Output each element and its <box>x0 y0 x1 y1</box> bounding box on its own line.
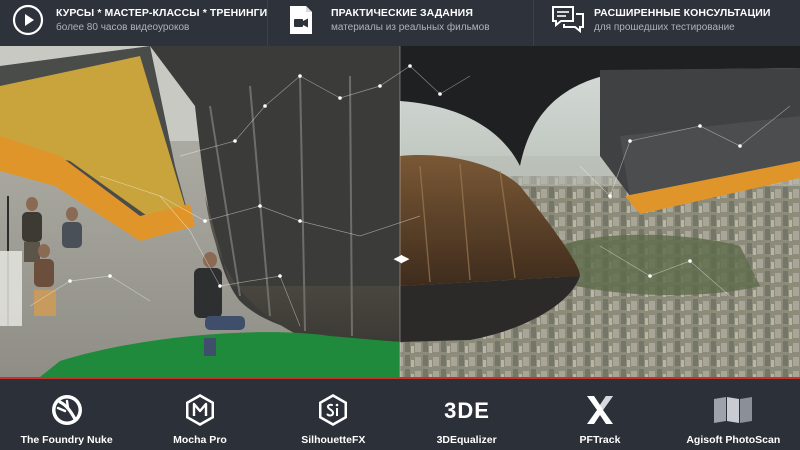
feature-title: РАСШИРЕННЫЕ КОНСУЛЬТАЦИИ <box>594 7 771 19</box>
feature-title: КУРСЫ * МАСТЕР-КЛАССЫ * ТРЕНИНГИ <box>56 7 268 19</box>
software-label: Mocha Pro <box>173 434 227 446</box>
mocha-logo-icon <box>183 390 217 430</box>
photoscan-logo-icon <box>712 390 754 430</box>
software-label: The Foundry Nuke <box>20 434 113 446</box>
pftrack-logo-icon <box>584 390 616 430</box>
software-silhouette[interactable]: SilhouetteFX <box>267 379 400 450</box>
chat-bubbles-icon <box>551 3 585 37</box>
software-label: Agisoft PhotoScan <box>686 434 781 446</box>
feature-practice[interactable]: ПРАКТИЧЕСКИЕ ЗАДАНИЯ материалы из реальн… <box>267 0 533 46</box>
hero-image <box>0 46 800 377</box>
software-3dequalizer[interactable]: 3DE 3DEqualizer <box>400 379 533 450</box>
compare-divider-handle[interactable]: ◀▶ <box>389 251 413 265</box>
software-pftrack[interactable]: PFTrack <box>533 379 666 450</box>
hero-before-after-slider[interactable]: ◀▶ ‹ › <box>0 46 800 377</box>
software-label: PFTrack <box>579 434 621 446</box>
film-camera-icon <box>284 3 318 37</box>
feature-subtitle: материалы из реальных фильмов <box>331 22 490 33</box>
nuke-logo-icon <box>50 390 84 430</box>
feature-title: ПРАКТИЧЕСКИЕ ЗАДАНИЯ <box>331 7 473 19</box>
software-label: 3DEqualizer <box>436 434 497 446</box>
feature-subtitle: более 80 часов видеоуроков <box>56 22 190 33</box>
features-bar: КУРСЫ * МАСТЕР-КЛАССЫ * ТРЕНИНГИ более 8… <box>0 0 800 46</box>
software-label: SilhouetteFX <box>301 434 366 446</box>
feature-consultations[interactable]: РАСШИРЕННЫЕ КОНСУЛЬТАЦИИ для прошедших т… <box>533 0 800 46</box>
3de-logo-text: 3DE <box>444 398 490 422</box>
software-bar: The Foundry Nuke Mocha Pro SilhouetteFX <box>0 379 800 450</box>
feature-courses[interactable]: КУРСЫ * МАСТЕР-КЛАССЫ * ТРЕНИНГИ более 8… <box>0 0 267 46</box>
software-nuke[interactable]: The Foundry Nuke <box>0 379 133 450</box>
software-photoscan[interactable]: Agisoft PhotoScan <box>667 379 800 450</box>
play-circle-icon <box>11 3 45 37</box>
software-mocha[interactable]: Mocha Pro <box>133 379 266 450</box>
silhouette-logo-icon <box>316 390 350 430</box>
feature-subtitle: для прошедших тестирование <box>594 22 735 33</box>
3dequalizer-logo-icon: 3DE <box>431 390 503 430</box>
